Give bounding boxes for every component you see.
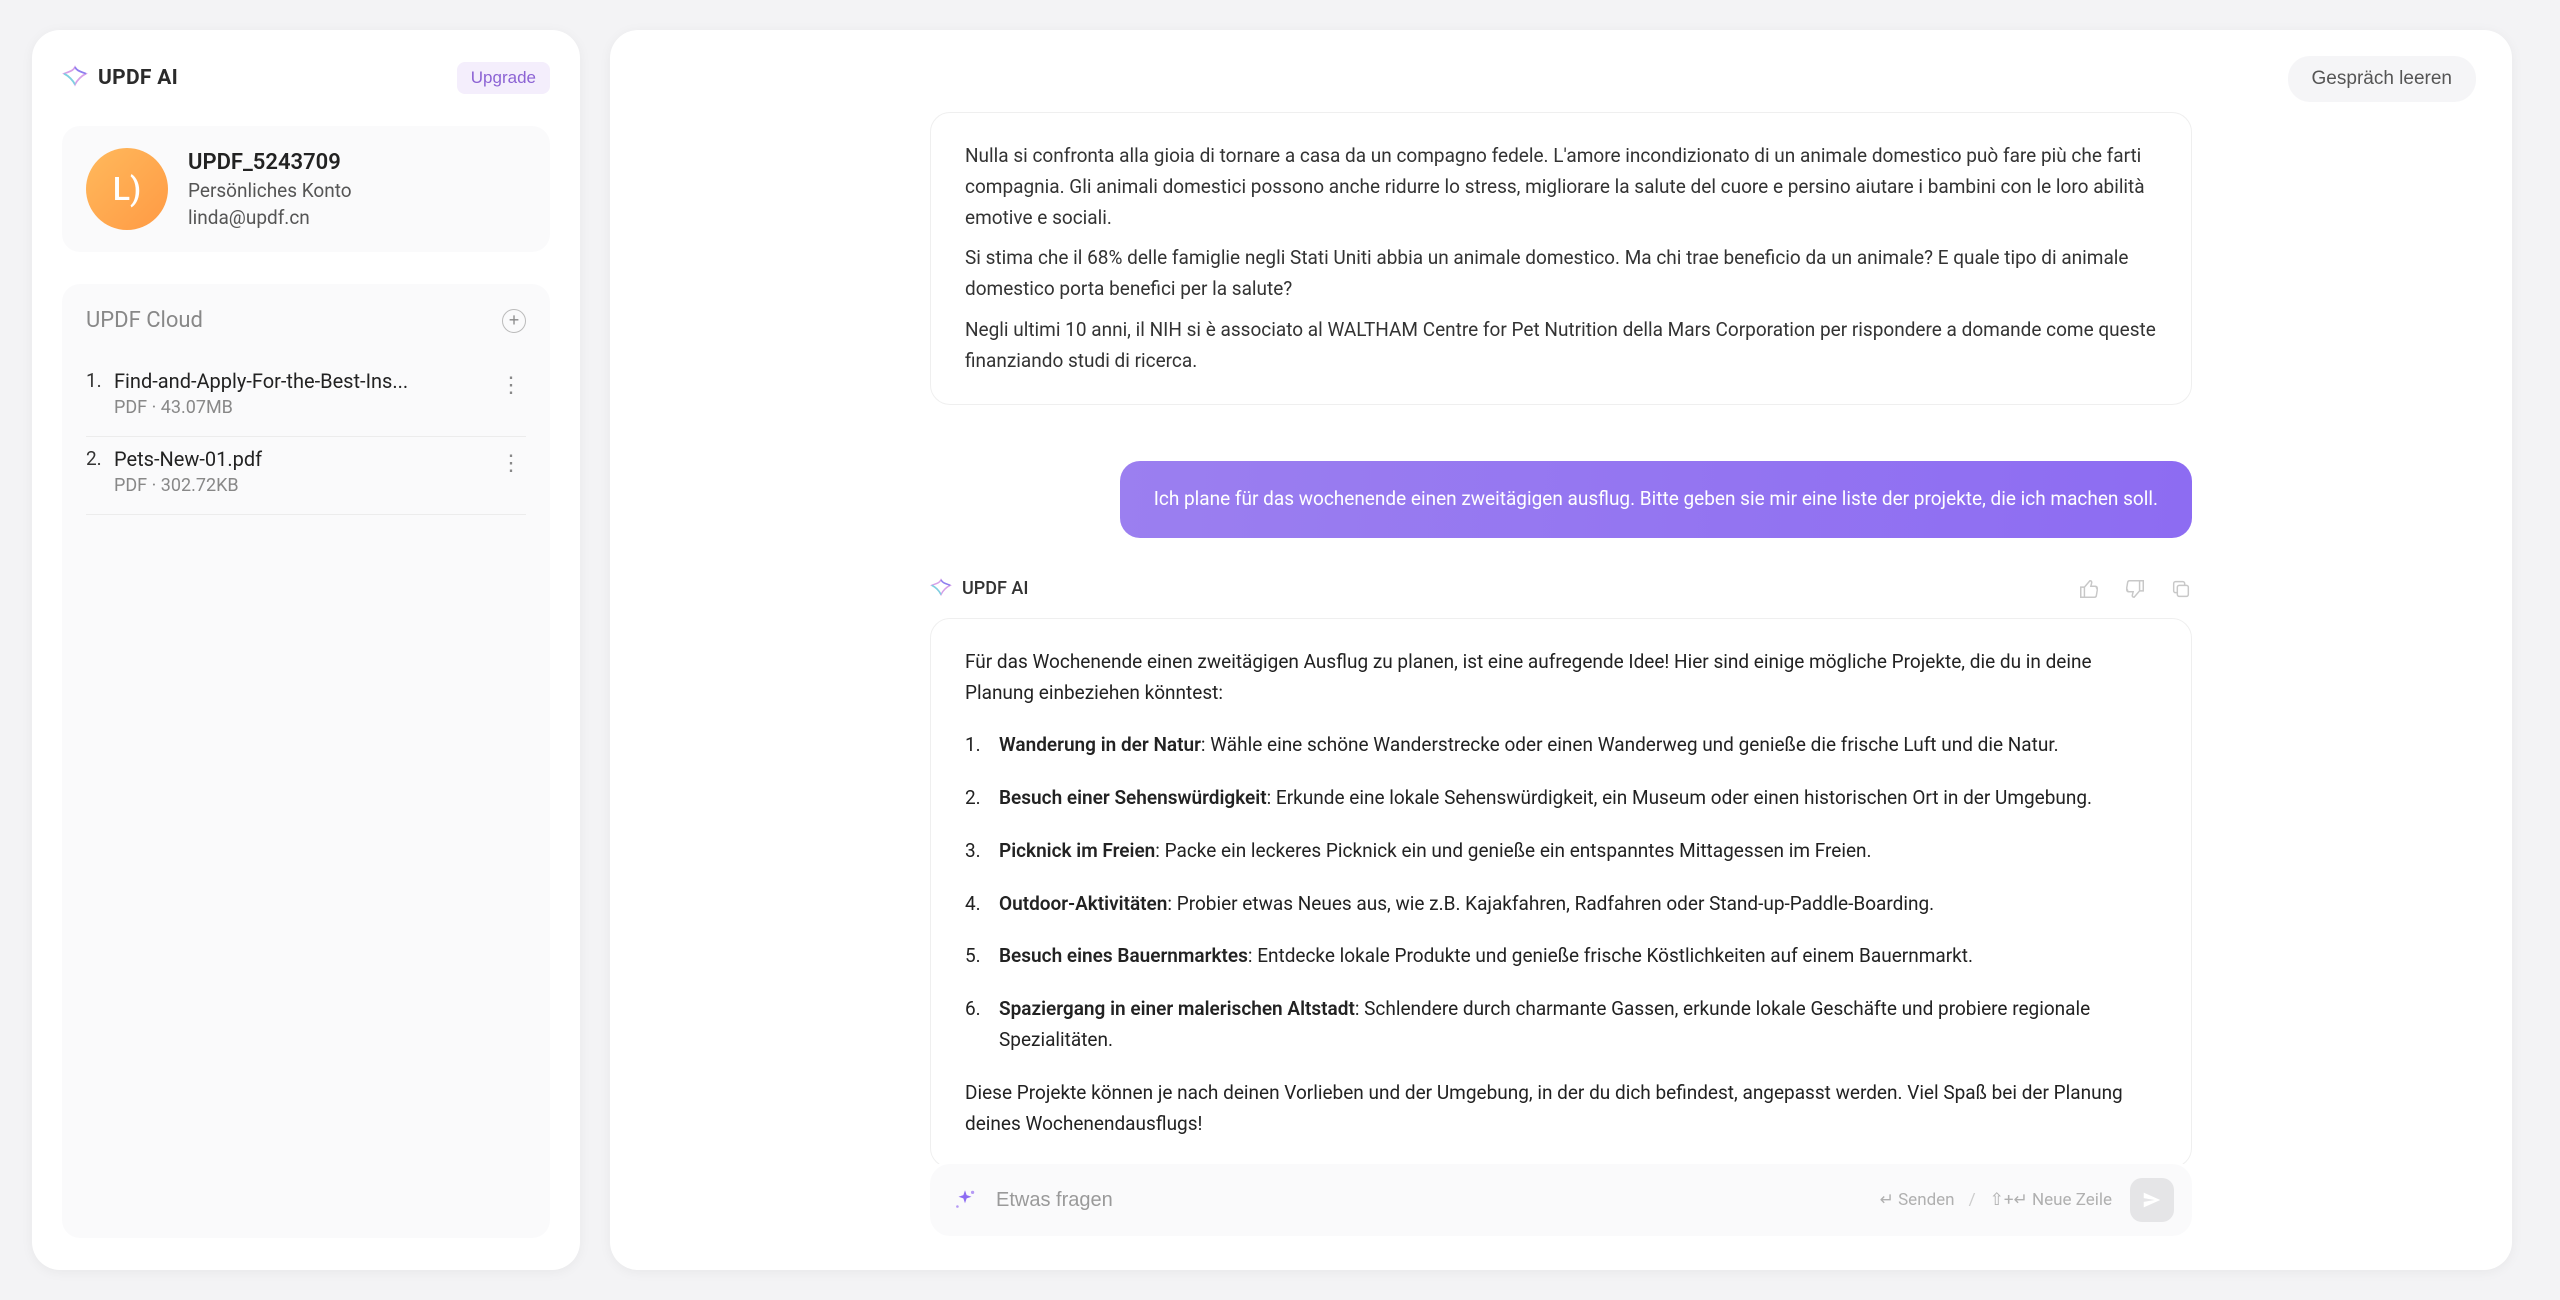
hint-separator: / (1969, 1190, 1976, 1210)
account-card[interactable]: L) UPDF_5243709 Persönliches Konto linda… (62, 126, 550, 252)
user-message: Ich plane für das wochenende einen zweit… (1120, 461, 2192, 538)
response-item: 1. Wanderung in der Natur: Wähle eine sch… (965, 730, 2157, 761)
input-hints: ↵ Senden / ⇧+↵ Neue Zeile (1880, 1190, 2112, 1210)
account-email: linda@updf.cn (188, 206, 352, 229)
file-index: 2. (86, 447, 106, 470)
sidebar-header: UPDF AI Upgrade (62, 62, 550, 94)
response-item: 6.Spaziergang in einer malerischen Altst… (965, 994, 2157, 1056)
item-number: 5. (965, 941, 989, 972)
item-number: 3. (965, 836, 989, 867)
item-number: 6. (965, 994, 989, 1056)
avatar: L) (86, 148, 168, 230)
item-text: Picknick im Freien: Packe ein leckeres P… (999, 836, 1872, 867)
assistant-paragraph: Si stima che il 68% delle famiglie negli… (965, 243, 2157, 305)
item-text: Besuch einer Sehenswürdigkeit: Erkunde e… (999, 783, 2092, 814)
chat-input[interactable] (996, 1189, 1862, 1212)
item-text: Wanderung in der Natur: Wähle eine schön… (999, 730, 2059, 761)
file-item[interactable]: 1. Find-and-Apply-For-the-Best-Ins... PD… (86, 359, 526, 437)
sparkle-icon (952, 1187, 978, 1213)
response-item: 2. Besuch einer Sehenswürdigkeit: Erkunde… (965, 783, 2157, 814)
response-logo-text: UPDF AI (962, 578, 1028, 599)
send-hint: ↵ Senden (1880, 1190, 1955, 1210)
cloud-header: UPDF Cloud + (86, 308, 526, 333)
response-actions (2078, 578, 2192, 600)
upgrade-button[interactable]: Upgrade (457, 62, 550, 94)
logo-text: UPDF AI (98, 66, 178, 90)
response-outro: Diese Projekte können je nach deinen Vor… (965, 1078, 2157, 1140)
logo: UPDF AI (62, 65, 178, 91)
file-list: 1. Find-and-Apply-For-the-Best-Ins... PD… (86, 359, 526, 515)
main-panel: Gespräch leeren Nulla si confronta alla … (610, 30, 2512, 1270)
response-intro: Für das Wochenende einen zweitägigen Aus… (965, 647, 2157, 709)
thumbs-down-button[interactable] (2124, 578, 2146, 600)
file-more-button[interactable]: ⋮ (496, 447, 526, 480)
item-text: Outdoor-Aktivitäten: Probier etwas Neues… (999, 889, 1934, 920)
input-bar: ↵ Senden / ⇧+↵ Neue Zeile (610, 1164, 2512, 1270)
add-file-button[interactable]: + (502, 309, 526, 333)
file-name: Find-and-Apply-For-the-Best-Ins... (114, 369, 488, 393)
assistant-response: Für das Wochenende einen zweitägigen Aus… (930, 618, 2192, 1164)
response-header: UPDF AI (930, 578, 2192, 600)
input-container: ↵ Senden / ⇧+↵ Neue Zeile (930, 1164, 2192, 1236)
item-text: Spaziergang in einer malerischen Altstad… (999, 994, 2157, 1056)
copy-button[interactable] (2170, 578, 2192, 600)
file-name: Pets-New-01.pdf (114, 447, 488, 471)
chat-area: Nulla si confronta alla gioia di tornare… (610, 112, 2512, 1164)
item-number: 2. (965, 783, 989, 814)
file-meta: PDF · 43.07MB (114, 397, 488, 418)
sidebar: UPDF AI Upgrade L) UPDF_5243709 Persönli… (32, 30, 580, 1270)
thumbs-up-button[interactable] (2078, 578, 2100, 600)
send-button[interactable] (2130, 1178, 2174, 1222)
item-number: 4. (965, 889, 989, 920)
file-more-button[interactable]: ⋮ (496, 369, 526, 402)
logo-icon (930, 578, 952, 600)
main-header: Gespräch leeren (610, 30, 2512, 112)
file-index: 1. (86, 369, 106, 392)
account-info: UPDF_5243709 Persönliches Konto linda@up… (188, 150, 352, 229)
response-item: 5. Besuch eines Bauernmarktes: Entdecke l… (965, 941, 2157, 972)
file-item[interactable]: 2. Pets-New-01.pdf PDF · 302.72KB ⋮ (86, 437, 526, 515)
file-meta: PDF · 302.72KB (114, 475, 488, 496)
clear-chat-button[interactable]: Gespräch leeren (2288, 56, 2476, 102)
newline-hint: ⇧+↵ Neue Zeile (1990, 1190, 2112, 1210)
file-body: Find-and-Apply-For-the-Best-Ins... PDF ·… (114, 369, 488, 418)
cloud-card: UPDF Cloud + 1. Find-and-Apply-For-the-B… (62, 284, 550, 1238)
assistant-paragraph: Negli ultimi 10 anni, il NIH si è associ… (965, 315, 2157, 377)
file-body: Pets-New-01.pdf PDF · 302.72KB (114, 447, 488, 496)
response-list: 1. Wanderung in der Natur: Wähle eine sch… (965, 730, 2157, 1055)
logo-icon (62, 65, 88, 91)
assistant-message: Nulla si confronta alla gioia di tornare… (930, 112, 2192, 405)
account-name: UPDF_5243709 (188, 150, 352, 175)
item-text: Besuch eines Bauernmarktes: Entdecke lok… (999, 941, 1973, 972)
assistant-paragraph: Nulla si confronta alla gioia di tornare… (965, 141, 2157, 233)
cloud-title: UPDF Cloud (86, 308, 203, 333)
response-logo: UPDF AI (930, 578, 1028, 600)
response-item: 4. Outdoor-Aktivitäten: Probier etwas Neu… (965, 889, 2157, 920)
response-item: 3. Picknick im Freien: Packe ein leckeres… (965, 836, 2157, 867)
user-message-row: Ich plane für das wochenende einen zweit… (930, 461, 2192, 538)
item-number: 1. (965, 730, 989, 761)
account-type: Persönliches Konto (188, 179, 352, 202)
